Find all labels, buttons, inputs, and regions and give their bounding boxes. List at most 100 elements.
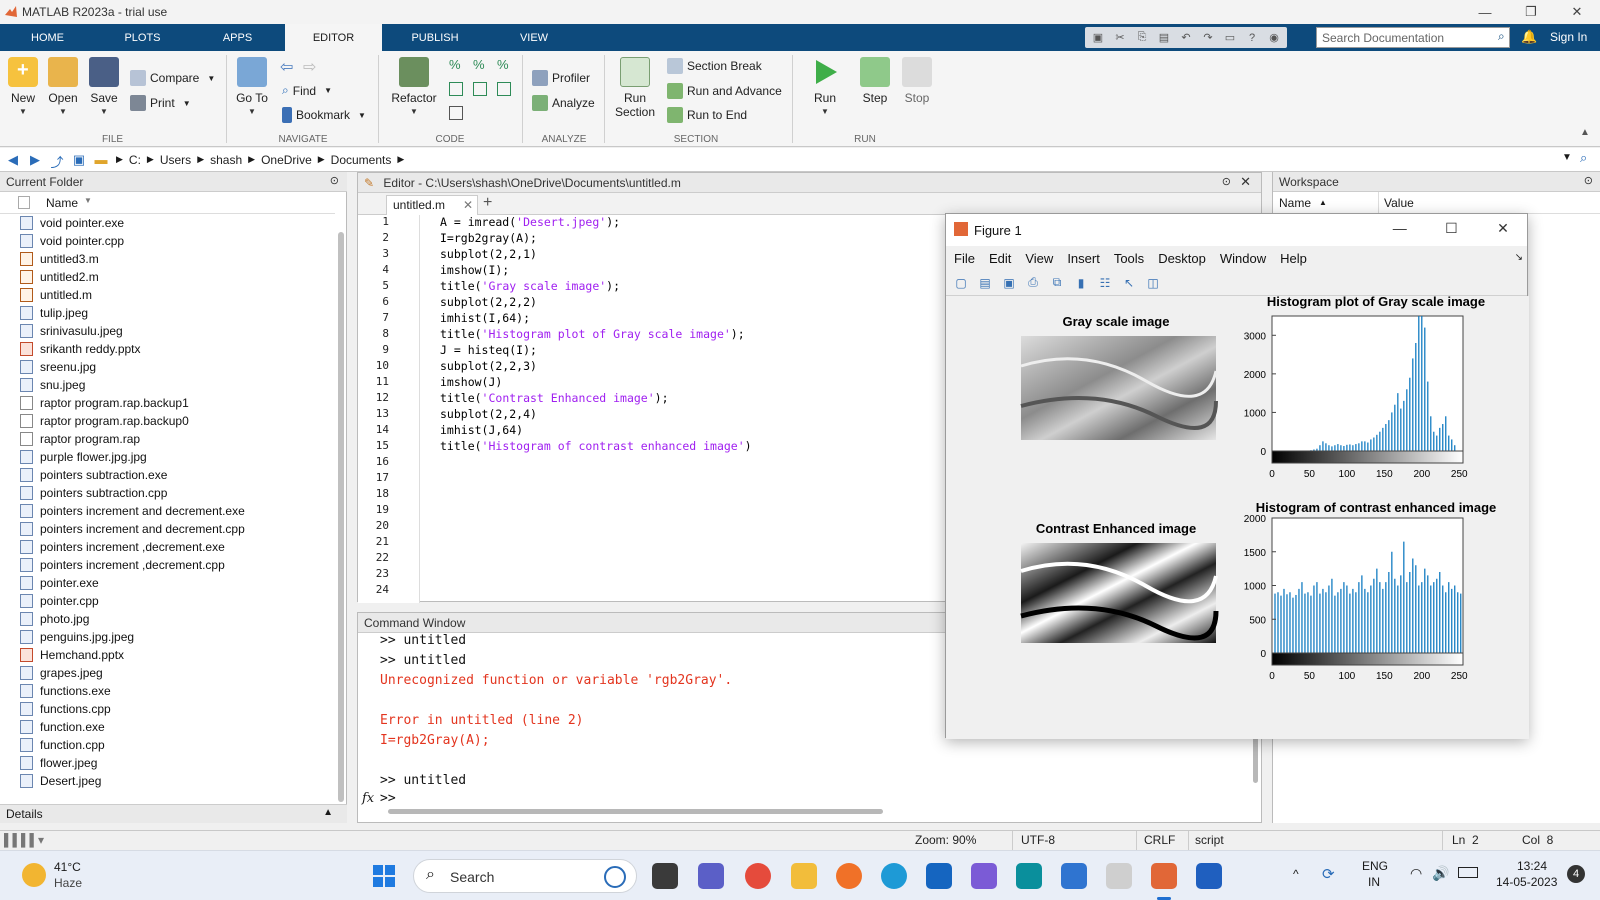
file-list-item[interactable]: pointers increment and decrement.exe (0, 502, 335, 520)
language-line-2[interactable]: IN (1368, 875, 1380, 889)
print-figure-icon[interactable]: ⎙ (1024, 274, 1042, 292)
new-figure-icon[interactable]: ▢ (952, 274, 970, 292)
select-all-checkbox[interactable] (18, 196, 30, 209)
code-line[interactable]: imhist(I,64); (440, 311, 752, 327)
section-break-button[interactable]: Section Break (667, 58, 762, 74)
tab-plots[interactable]: PLOTS (95, 24, 190, 51)
print-button[interactable]: Print ▼ (130, 95, 191, 111)
volume-icon[interactable]: 🔊 (1432, 865, 1449, 882)
file-list-item[interactable]: snu.jpeg (0, 376, 335, 394)
file-list-item[interactable]: pointers increment ,decrement.exe (0, 538, 335, 556)
step-button[interactable]: Step (858, 57, 892, 105)
defender-shield-icon[interactable] (926, 863, 952, 889)
file-list-item[interactable]: pointer.cpp (0, 592, 335, 610)
expand-details-icon[interactable]: ▲ (323, 807, 333, 818)
file-list-item[interactable]: grapes.jpeg (0, 664, 335, 682)
horizontal-scrollbar[interactable] (388, 809, 883, 814)
file-list-item[interactable]: function.cpp (0, 736, 335, 754)
new-tab-icon[interactable]: + (483, 194, 492, 212)
forward-icon[interactable]: ▶ (26, 152, 44, 168)
stop-button[interactable]: Stop (900, 57, 934, 105)
edge-icon[interactable] (881, 863, 907, 889)
run-button[interactable]: Run ▼ (808, 57, 842, 116)
command-prompt-input[interactable]: >> (380, 791, 396, 811)
breadcrumb-c[interactable]: C: (129, 153, 141, 167)
file-list-item[interactable]: raptor program.rap (0, 430, 335, 448)
sync-icon[interactable]: ⟳ (1322, 865, 1335, 883)
bookmark-button[interactable]: Bookmark ▼ (282, 107, 366, 123)
open-button[interactable]: Open ▼ (46, 57, 80, 116)
function-browser-icon[interactable]: fx (362, 791, 374, 806)
copilot-icon[interactable] (971, 863, 997, 889)
breadcrumb-documents[interactable]: Documents (331, 153, 392, 167)
analyze-button[interactable]: Analyze (532, 95, 595, 111)
cut-icon[interactable]: ✂ (1111, 30, 1129, 46)
vertical-scrollbar[interactable] (1253, 733, 1258, 783)
firefox-icon[interactable] (836, 863, 862, 889)
code-line[interactable]: J = histeq(I); (440, 343, 752, 359)
switch-windows-icon[interactable]: ▭ (1221, 30, 1239, 46)
collapse-ribbon-icon[interactable]: ▲ (1580, 127, 1590, 138)
smart-indent-icon[interactable] (449, 106, 463, 120)
minimize-button[interactable]: — (1462, 0, 1508, 24)
edit-plot-arrow-icon[interactable]: ↖ (1120, 274, 1138, 292)
file-list-item[interactable]: photo.jpg (0, 610, 335, 628)
toolbar-dock-icon[interactable]: ↘ (1515, 252, 1523, 263)
weather-temperature[interactable]: 41°C (54, 860, 81, 874)
search-icon[interactable]: ⌕ (1498, 29, 1505, 44)
run-and-advance-button[interactable]: Run and Advance (667, 83, 782, 99)
code-line[interactable]: subplot(2,2,4) (440, 407, 752, 423)
file-list-item[interactable]: untitled3.m (0, 250, 335, 268)
search-folder-icon[interactable]: ⌕ (1580, 150, 1587, 166)
vertical-scrollbar[interactable] (338, 232, 344, 802)
menu-file[interactable]: File (954, 251, 975, 266)
indent-icon[interactable] (473, 82, 487, 96)
teams-chat-icon[interactable] (698, 863, 724, 889)
open-file-icon[interactable]: ▤ (976, 274, 994, 292)
file-list-item[interactable]: Hemchand.pptx (0, 646, 335, 664)
link-plot-icon[interactable]: ⧉ (1048, 274, 1066, 292)
details-panel-header[interactable]: Details ▲ (0, 804, 347, 823)
matlab-taskbar-icon[interactable] (1151, 863, 1177, 889)
profiler-button[interactable]: Profiler (532, 70, 590, 86)
forward-arrow-icon[interactable]: ⇨ (303, 57, 316, 77)
file-list-item[interactable]: void pointer.exe (0, 214, 335, 232)
menu-view[interactable]: View (1025, 251, 1053, 266)
colorbar-icon[interactable]: ▮ (1072, 274, 1090, 292)
file-list-item[interactable]: pointers increment and decrement.cpp (0, 520, 335, 538)
tab-editor[interactable]: EDITOR (285, 24, 382, 51)
find-button[interactable]: ⌕ Find ▼ (282, 83, 332, 98)
file-list-item[interactable]: pointers increment ,decrement.cpp (0, 556, 335, 574)
figure-minimize-button[interactable]: — (1376, 220, 1424, 236)
clock-time[interactable]: 13:24 (1517, 859, 1547, 873)
file-list-item[interactable]: raptor program.rap.backup0 (0, 412, 335, 430)
panel-options-icon[interactable]: ⊙ (1584, 174, 1593, 187)
uncomment-icon[interactable]: % (473, 57, 485, 72)
taskbar-search-box[interactable]: ⌕ Search (413, 859, 637, 893)
weather-haze-icon[interactable] (22, 863, 46, 887)
maximize-button[interactable]: ❐ (1508, 0, 1554, 24)
wrap-comment-icon[interactable]: % (497, 57, 509, 72)
word-icon[interactable] (1196, 863, 1222, 889)
task-view-icon[interactable] (652, 863, 678, 889)
save-figure-icon[interactable]: ▣ (1000, 274, 1018, 292)
run-section-button[interactable]: Run Section (611, 57, 659, 119)
wifi-icon[interactable]: ◠ (1410, 865, 1422, 882)
go-to-button[interactable]: Go To ▼ (233, 57, 271, 116)
fx-icon[interactable] (449, 82, 463, 96)
tab-publish[interactable]: PUBLISH (382, 24, 488, 51)
save-icon[interactable]: ▣ (1089, 30, 1107, 46)
code-line[interactable]: A = imread('Desert.jpeg'); (440, 215, 752, 231)
show-hidden-icons-icon[interactable]: ^ (1293, 867, 1299, 881)
file-list-item[interactable]: pointer.exe (0, 574, 335, 592)
file-list-item[interactable]: tulip.jpeg (0, 304, 335, 322)
chrome-icon[interactable] (745, 863, 771, 889)
save-button[interactable]: Save ▼ (87, 57, 121, 116)
new-button[interactable]: + New ▼ (6, 57, 40, 116)
browse-folder-icon[interactable]: ▣ (70, 152, 88, 168)
menu-window[interactable]: Window (1220, 251, 1266, 266)
community-icon[interactable]: ◉ (1265, 30, 1283, 46)
tab-apps[interactable]: APPS (190, 24, 285, 51)
legend-icon[interactable]: ☷ (1096, 274, 1114, 292)
back-icon[interactable]: ◀ (4, 152, 22, 168)
